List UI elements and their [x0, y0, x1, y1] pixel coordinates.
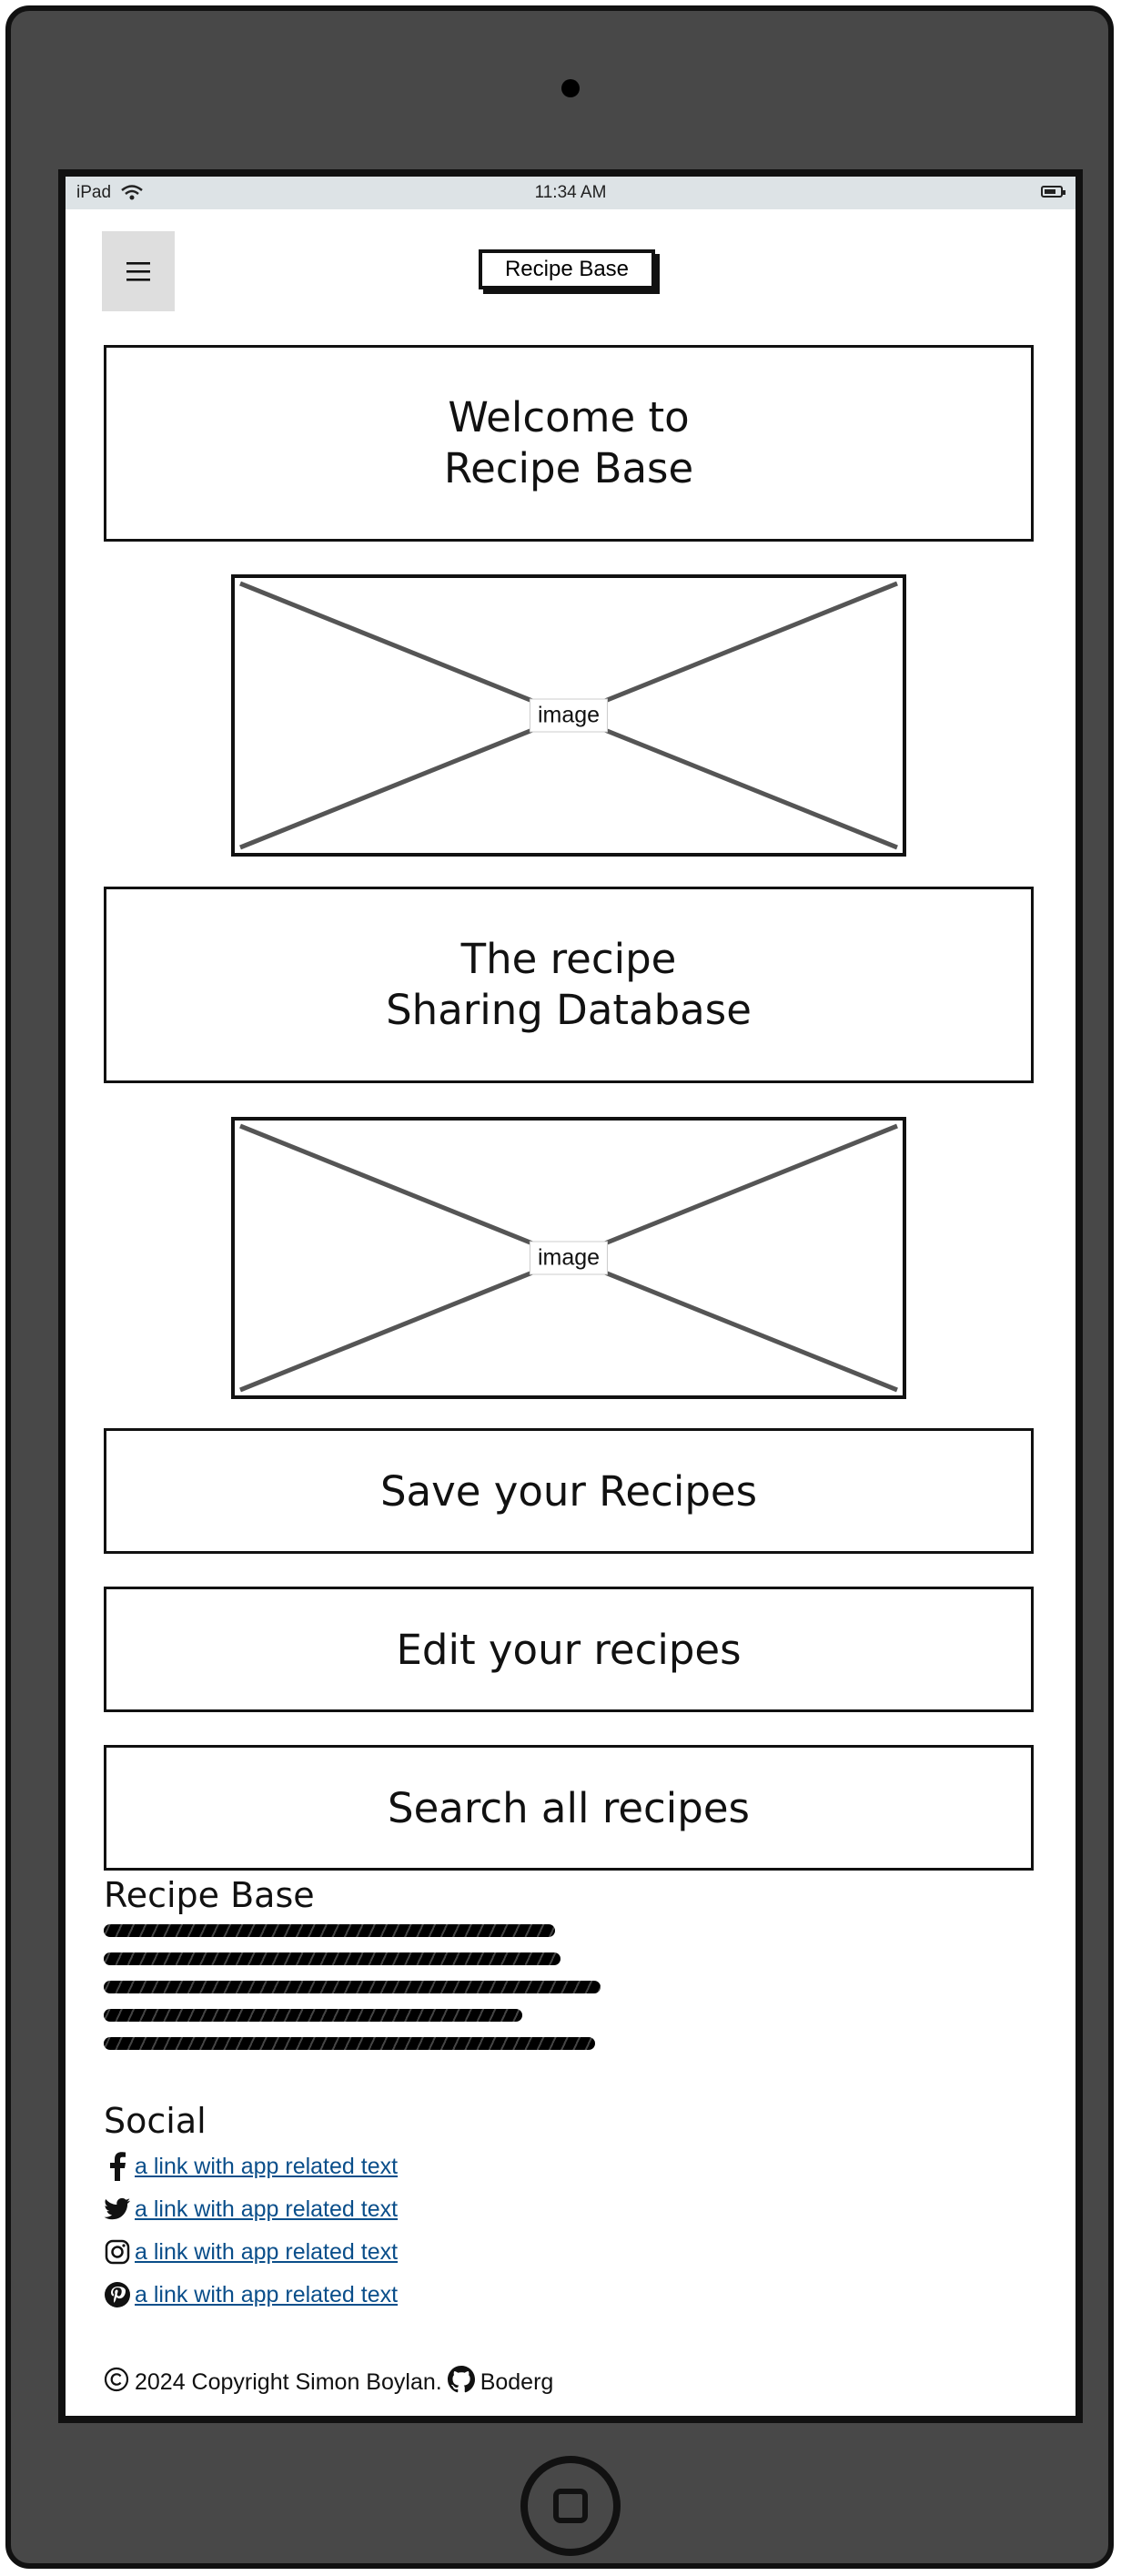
- social-link-text[interactable]: a link with app related text: [135, 2282, 398, 2308]
- welcome-heading: Welcome to Recipe Base: [104, 345, 1034, 542]
- scribble-line: [104, 1981, 601, 1993]
- instagram-icon: [104, 2238, 131, 2266]
- social-link-facebook[interactable]: a link with app related text: [104, 2150, 398, 2183]
- front-camera: [561, 79, 580, 97]
- status-bar: iPad 11:34 AM: [66, 177, 1076, 209]
- image-label: image: [529, 1241, 609, 1275]
- image-label: image: [529, 698, 609, 733]
- hamburger-menu-icon: [126, 262, 150, 281]
- home-button-icon: [553, 2489, 588, 2523]
- secondary-image-placeholder: image: [231, 1117, 906, 1399]
- copyright-line: 2024 Copyright Simon Boylan. Boderg: [104, 2366, 553, 2399]
- ipad-device-frame: iPad 11:34 AM Recipe Base Welcome to Rec…: [5, 5, 1114, 2569]
- battery-icon: [1041, 186, 1065, 198]
- brand-logo-button[interactable]: Recipe Base: [479, 249, 655, 289]
- pinterest-icon: [104, 2281, 131, 2308]
- social-link-text[interactable]: a link with app related text: [135, 2154, 398, 2180]
- hero-image-placeholder: image: [231, 574, 906, 857]
- copyright-icon: [104, 2367, 129, 2399]
- footer-about-title: Recipe Base: [104, 1875, 315, 1915]
- feature-search-recipes[interactable]: Search all recipes: [104, 1745, 1034, 1871]
- scribble-line: [104, 1952, 560, 1965]
- scribble-line: [104, 1924, 555, 1937]
- feature-edit-recipes[interactable]: Edit your recipes: [104, 1587, 1034, 1712]
- scribble-line: [104, 2009, 522, 2022]
- device-screen: iPad 11:34 AM Recipe Base Welcome to Rec…: [58, 169, 1083, 2423]
- social-link-twitter[interactable]: a link with app related text: [104, 2193, 398, 2226]
- social-link-instagram[interactable]: a link with app related text: [104, 2236, 398, 2268]
- copyright-text: 2024 Copyright Simon Boylan.: [135, 2369, 442, 2395]
- github-user-link[interactable]: Boderg: [480, 2369, 554, 2396]
- scribble-line: [104, 2037, 595, 2050]
- social-links-list: a link with app related text a link with…: [104, 2150, 398, 2321]
- tagline-heading: The recipe Sharing Database: [104, 887, 1034, 1083]
- footer-social-title: Social: [104, 2101, 207, 2141]
- github-icon: [447, 2366, 475, 2399]
- hamburger-menu-button[interactable]: [102, 231, 175, 311]
- footer-about-text-placeholder: [104, 1924, 601, 2065]
- social-link-pinterest[interactable]: a link with app related text: [104, 2278, 398, 2311]
- home-button[interactable]: [520, 2456, 621, 2556]
- social-link-text[interactable]: a link with app related text: [135, 2196, 398, 2223]
- twitter-icon: [104, 2196, 131, 2223]
- social-link-text[interactable]: a link with app related text: [135, 2239, 398, 2266]
- feature-save-recipes[interactable]: Save your Recipes: [104, 1428, 1034, 1554]
- status-time: 11:34 AM: [534, 183, 607, 202]
- facebook-icon: [104, 2152, 131, 2181]
